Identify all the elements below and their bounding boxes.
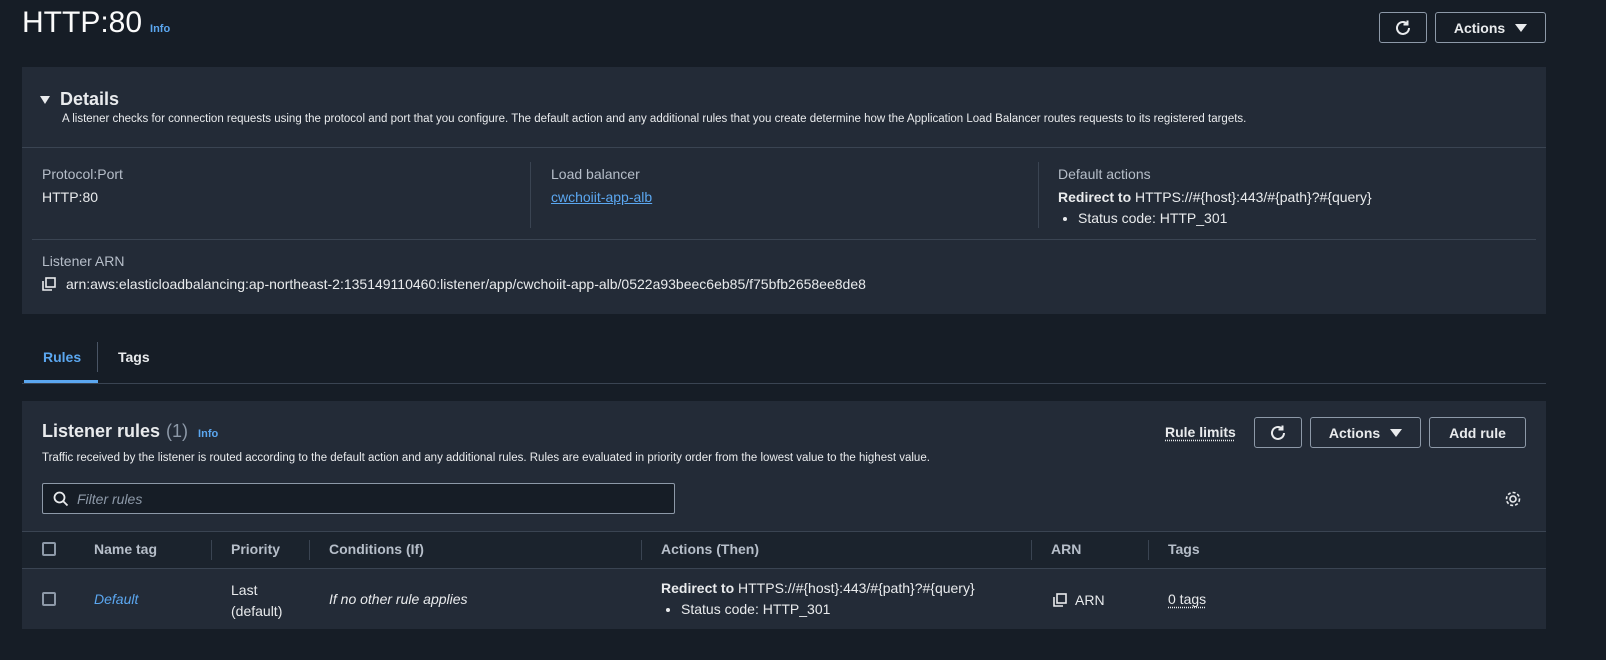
col-divider: [309, 540, 310, 560]
col-arn[interactable]: ARN: [1051, 541, 1081, 557]
rules-count: (1): [166, 421, 189, 441]
details-toggle[interactable]: Details: [40, 89, 119, 110]
rule-action: Redirect to HTTPS://#{host}:443/#{path}?…: [661, 580, 975, 596]
tab-tags[interactable]: Tags: [118, 349, 150, 365]
tab-divider: [97, 342, 98, 372]
rule-condition: If no other rule applies: [329, 591, 468, 607]
add-rule-button[interactable]: Add rule: [1429, 417, 1526, 448]
actions-label: Actions: [1453, 19, 1506, 36]
divider: [32, 239, 1536, 240]
row-checkbox[interactable]: [42, 592, 56, 606]
divider: [1038, 162, 1039, 228]
rules-header: Listener rules (1) Info: [42, 421, 218, 442]
tab-rules[interactable]: Rules: [43, 349, 81, 365]
redirect-prefix: Redirect to: [1058, 189, 1132, 205]
col-divider: [1031, 540, 1032, 560]
col-divider: [1148, 540, 1149, 560]
arn-text: ARN: [1075, 592, 1105, 608]
lb-link[interactable]: cwchoiit-app-alb: [551, 189, 652, 205]
arn-label: Listener ARN: [42, 253, 125, 269]
rule-action-list: Status code: HTTP_301: [661, 601, 830, 617]
arn-row: arn:aws:elasticloadbalancing:ap-northeas…: [42, 276, 866, 292]
default-actions-label: Default actions: [1058, 166, 1151, 182]
page-header: HTTP:80 Info: [22, 6, 170, 40]
copy-icon[interactable]: [1053, 593, 1067, 607]
refresh-icon: [1396, 20, 1410, 35]
caret-down-icon: [1515, 23, 1528, 32]
col-divider: [211, 540, 212, 560]
info-link[interactable]: Info: [150, 23, 170, 35]
caret-down-icon: [1390, 428, 1403, 437]
refresh-rules-button[interactable]: [1254, 417, 1302, 448]
tab-active-indicator: [24, 380, 98, 383]
actions-button[interactable]: Actions: [1435, 12, 1546, 43]
tabs-border: [22, 383, 1546, 384]
rules-actions-button[interactable]: Actions: [1310, 417, 1421, 448]
lb-label: Load balancer: [551, 166, 640, 182]
action-target: HTTPS://#{host}:443/#{path}?#{query}: [738, 580, 975, 596]
status-code: Status code: HTTP_301: [1078, 210, 1227, 226]
default-actions-value: Redirect to HTTPS://#{host}:443/#{path}?…: [1058, 189, 1372, 205]
refresh-button[interactable]: [1379, 12, 1427, 43]
divider: [530, 162, 531, 228]
action-status: Status code: HTTP_301: [681, 601, 830, 617]
rule-name-link[interactable]: Default: [94, 591, 138, 607]
rule-arn: ARN: [1053, 592, 1105, 608]
col-conditions[interactable]: Conditions (If): [329, 541, 424, 557]
action-prefix: Redirect to: [661, 580, 735, 596]
rule-priority: Last (default): [231, 580, 282, 622]
protocol-label: Protocol:Port: [42, 166, 123, 182]
rules-title: Listener rules: [42, 421, 161, 441]
rule-tags-link[interactable]: 0 tags: [1168, 591, 1206, 607]
col-priority[interactable]: Priority: [231, 541, 280, 557]
col-actions[interactable]: Actions (Then): [661, 541, 759, 557]
priority-line2: (default): [231, 603, 283, 619]
search-icon: [53, 491, 69, 506]
copy-icon[interactable]: [42, 277, 56, 291]
actions-label: Actions: [1328, 424, 1381, 441]
settings-gear-icon[interactable]: [1504, 490, 1522, 508]
redirect-target: HTTPS://#{host}:443/#{path}?#{query}: [1135, 189, 1372, 205]
details-description: A listener checks for connection request…: [62, 113, 1247, 125]
filter-rules-search[interactable]: [42, 483, 675, 514]
arn-value: arn:aws:elasticloadbalancing:ap-northeas…: [66, 276, 866, 292]
details-header: Details A listener checks for connection…: [22, 67, 1546, 147]
page-title: HTTP:80: [22, 6, 143, 39]
col-divider: [641, 540, 642, 560]
rules-description: Traffic received by the listener is rout…: [42, 452, 930, 464]
select-all-checkbox[interactable]: [42, 542, 56, 556]
col-name-tag[interactable]: Name tag: [94, 541, 157, 557]
filter-rules-input[interactable]: [77, 490, 637, 507]
details-title: Details: [60, 89, 120, 109]
default-actions-list: Status code: HTTP_301: [1058, 210, 1227, 226]
col-tags[interactable]: Tags: [1168, 541, 1200, 557]
rule-limits-link[interactable]: Rule limits: [1165, 424, 1236, 440]
refresh-icon: [1271, 425, 1285, 440]
caret-down-icon: [40, 95, 50, 104]
protocol-value: HTTP:80: [42, 189, 99, 205]
priority-line1: Last: [231, 582, 258, 598]
info-link[interactable]: Info: [198, 428, 218, 440]
